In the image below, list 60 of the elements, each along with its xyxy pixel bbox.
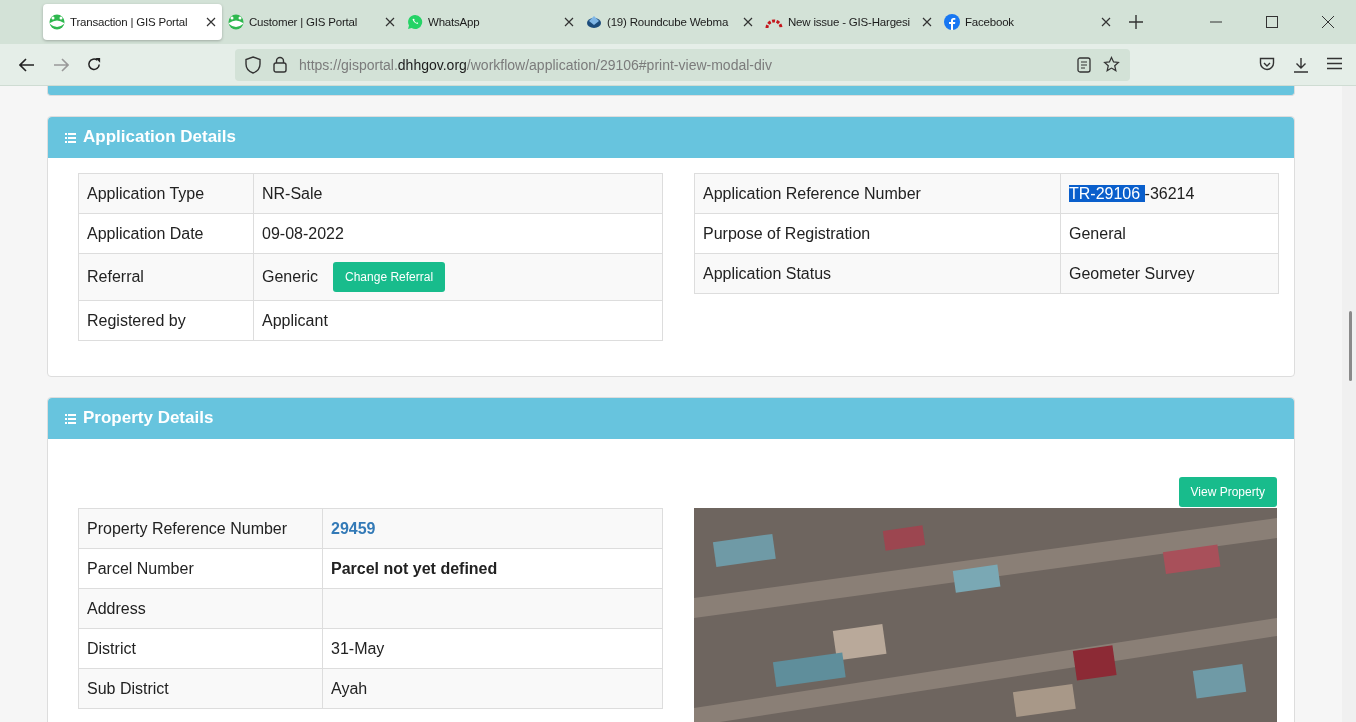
table-cell: Application Reference Number — [694, 173, 1061, 214]
reload-icon[interactable] — [87, 57, 102, 72]
table-cell: Parcel not yet defined — [322, 548, 663, 589]
table-cell: 31-May — [322, 628, 663, 669]
table-cell: Referral — [78, 253, 254, 301]
table-cell: Ayah — [322, 668, 663, 709]
globe-icon — [228, 14, 244, 30]
chat-bubble-icon — [407, 14, 423, 30]
table-cell: Geometer Survey — [1060, 253, 1279, 294]
table-cell: District — [78, 628, 323, 669]
card-title: Property Details — [83, 407, 214, 428]
pocket-icon[interactable] — [1259, 56, 1275, 72]
close-icon[interactable] — [922, 17, 932, 27]
cube-icon — [586, 14, 602, 30]
close-icon[interactable] — [743, 17, 753, 27]
table-cell: Generic — [262, 268, 319, 286]
globe-icon — [49, 14, 65, 30]
table-cell: Address — [78, 588, 323, 629]
new-tab-icon[interactable] — [1129, 15, 1143, 29]
close-icon[interactable] — [206, 17, 216, 27]
scrollbar-thumb[interactable] — [1349, 311, 1352, 381]
maximize-icon[interactable] — [1266, 16, 1278, 28]
table-cell: Application Status — [694, 253, 1061, 294]
close-icon[interactable] — [385, 17, 395, 27]
table-cell: Parcel Number — [78, 548, 323, 589]
download-icon[interactable] — [1293, 56, 1309, 73]
close-icon[interactable] — [1101, 17, 1111, 27]
table-cell: 09-08-2022 — [253, 213, 663, 254]
address-bar[interactable]: https://gisportal.dhhgov.org/workflow/application/29106#print-view-modal-div — [235, 48, 1130, 81]
table-cell: Registered by — [78, 300, 254, 341]
browser-tab[interactable]: WhatsApp — [401, 4, 580, 40]
browser-tab[interactable]: New issue - GIS-Hargesi — [759, 4, 938, 40]
browser-tab[interactable]: Facebook — [938, 4, 1117, 40]
list-icon — [65, 132, 76, 143]
reader-view-icon[interactable] — [1077, 56, 1091, 73]
close-icon[interactable] — [1322, 16, 1334, 28]
scrollbar[interactable] — [1342, 86, 1356, 722]
table-cell: Purpose of Registration — [694, 213, 1061, 254]
list-icon — [65, 413, 76, 424]
browser-tab[interactable]: Customer | GIS Portal — [222, 4, 401, 40]
menu-icon[interactable] — [1327, 56, 1342, 70]
property-link[interactable]: 29459 — [331, 519, 376, 537]
facebook-icon — [944, 14, 960, 30]
table-cell: TR-29106 -36214 — [1060, 173, 1279, 214]
browser-tab[interactable]: Transaction | GIS Portal — [43, 4, 222, 40]
lock-icon — [273, 56, 287, 73]
back-arrow-icon[interactable] — [19, 57, 35, 72]
table-cell: Application Type — [78, 173, 254, 214]
table-cell: Sub District — [78, 668, 323, 709]
close-icon[interactable] — [564, 17, 574, 27]
url-text: https://gisportal.dhhgov.org/workflow/application/29106#print-view-modal-div — [299, 56, 773, 73]
card-title: Application Details — [83, 126, 237, 147]
star-icon[interactable] — [1103, 56, 1120, 73]
table-cell: Property Reference Number — [78, 508, 323, 549]
table-cell: Applicant — [253, 300, 663, 341]
shield-icon — [245, 55, 261, 74]
table-cell: General — [1060, 213, 1279, 254]
table-cell: NR-Sale — [253, 173, 663, 214]
table-cell: Application Date — [78, 213, 254, 254]
browser-tab[interactable]: (19) Roundcube Webma — [580, 4, 759, 40]
